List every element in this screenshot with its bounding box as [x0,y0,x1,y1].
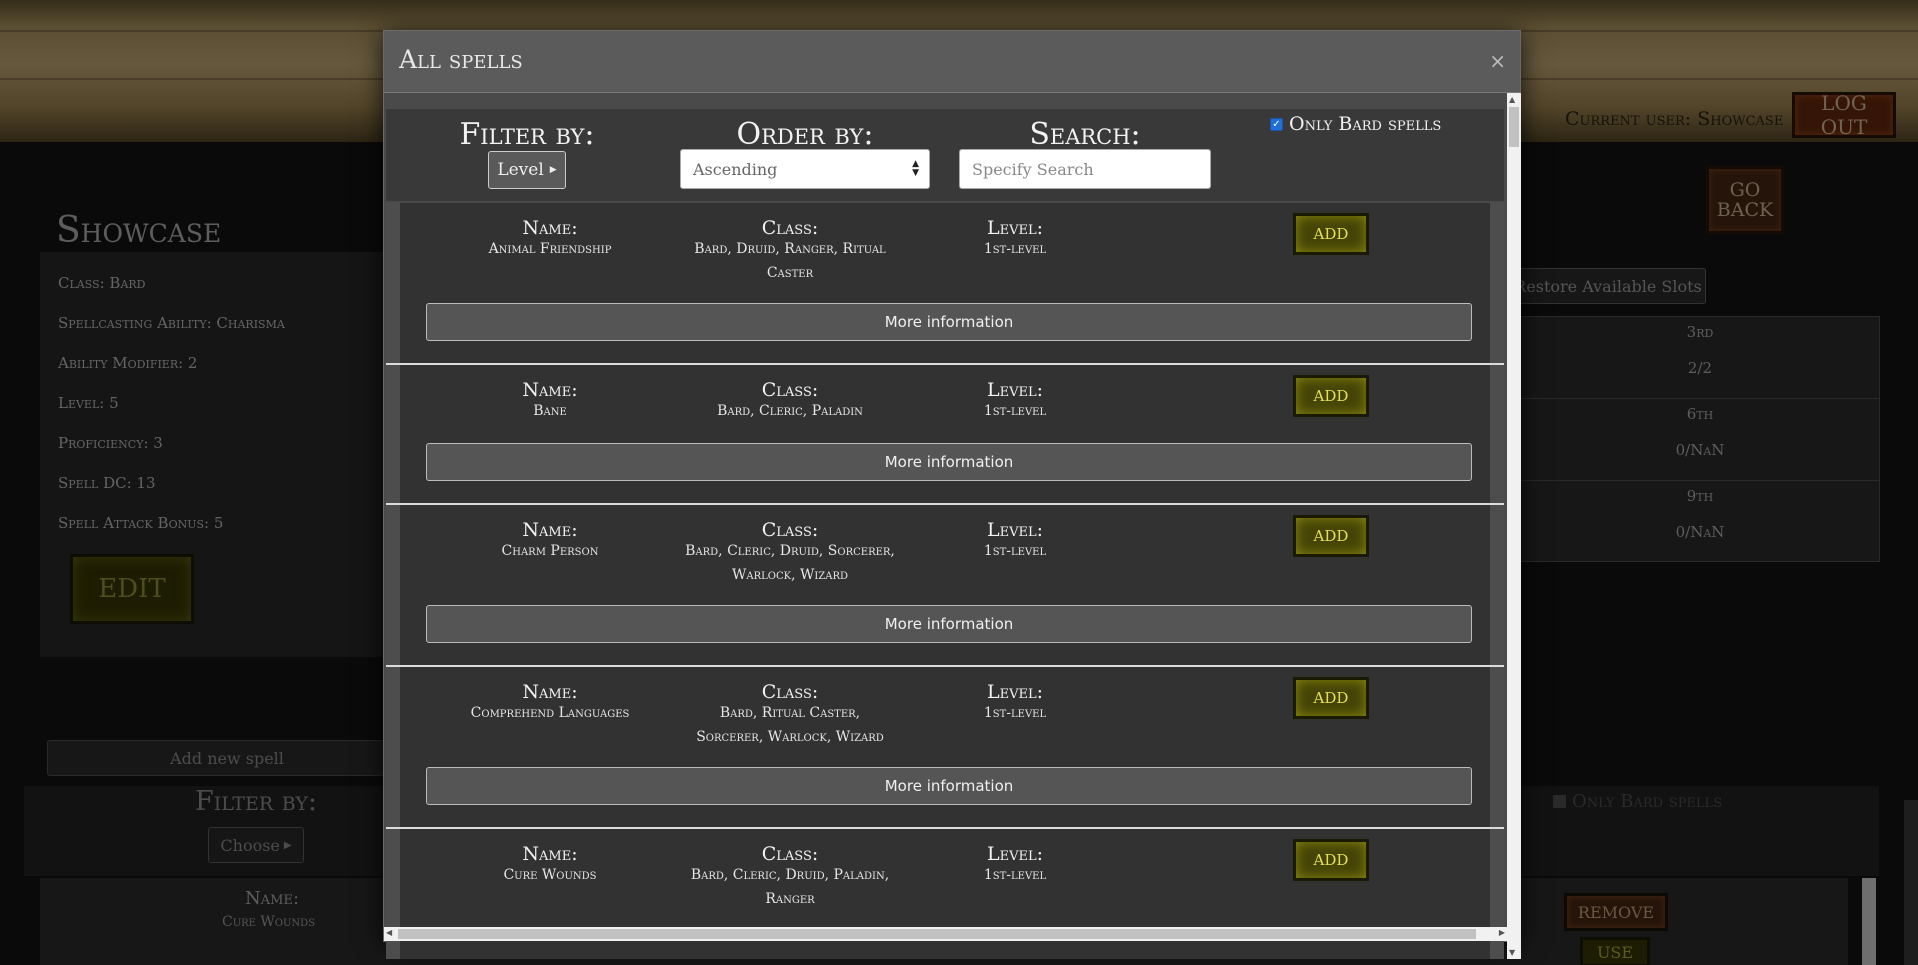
spell-level-label: Level: [986,519,1044,541]
close-icon[interactable]: × [1489,49,1506,73]
search-input[interactable]: Specify Search [959,149,1211,189]
spell-name: Animal Friendship [488,241,612,257]
search-label: Search: [1029,117,1141,152]
spell-level-label: Level: [986,217,1044,239]
caret-right-icon: ▶ [549,165,557,175]
spell-level: 1st-level [983,403,1047,419]
spell-level-label: Level: [986,843,1044,865]
order-by-select[interactable]: Ascending ▲ ▼ [680,149,930,189]
only-bard-spells-label: Only Bard spells [1289,113,1442,135]
filter-by-dropdown[interactable]: Level ▶ [488,151,566,189]
search-placeholder: Specify Search [972,159,1094,179]
more-information-button[interactable]: More information [426,303,1472,341]
spell-level: 1st-level [983,867,1047,883]
spell-name-label: Name: [522,843,578,865]
spell-card: Name: Comprehend Languages Class: Bard, … [386,667,1504,827]
order-by-label: Order by: [736,117,874,152]
spell-name: Charm Person [501,543,599,559]
spell-name: Comprehend Languages [470,705,630,721]
modal-header: All spells × [384,31,1520,93]
spell-name: Cure Wounds [503,867,597,883]
vertical-scroll-thumb[interactable] [1509,107,1519,147]
order-by-value: Ascending [693,159,778,179]
spell-name-label: Name: [522,379,578,401]
add-spell-button[interactable]: ADD [1293,677,1369,719]
spell-name-label: Name: [522,217,578,239]
spell-class-label: Class: [761,217,819,239]
spell-name-label: Name: [522,519,578,541]
spell-name-label: Name: [522,681,578,703]
more-information-button[interactable]: More information [426,767,1472,805]
modal-horizontal-scrollbar[interactable]: ◀ ▶ [384,927,1507,941]
spell-level: 1st-level [983,543,1047,559]
spell-class-label: Class: [761,843,819,865]
spell-class-label: Class: [761,379,819,401]
spell-classes: Bard, Druid, Ranger, Ritual Caster [694,241,886,281]
filter-by-value: Level [497,160,544,180]
only-bard-spells-toggle[interactable]: ✓ Only Bard spells [1270,113,1441,135]
spell-class-label: Class: [761,681,819,703]
spell-level-label: Level: [986,681,1044,703]
all-spells-modal: All spells × Filter by: Level ▶ Order by… [383,30,1521,959]
horizontal-scroll-thumb[interactable] [398,929,1476,939]
spell-card: Name: Charm Person Class: Bard, Cleric, … [386,505,1504,665]
spell-classes: Bard, Cleric, Paladin [717,403,863,419]
spell-card: Name: Bane Class: Bard, Cleric, Paladin … [386,365,1504,503]
select-arrows-icon: ▲ ▼ [912,159,919,178]
modal-title: All spells [399,45,523,74]
scroll-up-icon[interactable]: ▲ [1509,95,1515,104]
add-spell-button[interactable]: ADD [1293,375,1369,417]
add-spell-button[interactable]: ADD [1293,213,1369,255]
spell-classes: Bard, Ritual Caster, Sorcerer, Warlock, … [696,705,884,745]
spell-filter-bar: Filter by: Level ▶ Order by: Ascending ▲… [386,109,1504,201]
spell-class-label: Class: [761,519,819,541]
spell-card: Name: Animal Friendship Class: Bard, Dru… [386,203,1504,363]
checkbox-checked-icon[interactable]: ✓ [1270,117,1283,131]
add-spell-button[interactable]: ADD [1293,515,1369,557]
modal-body: Filter by: Level ▶ Order by: Ascending ▲… [384,93,1506,959]
scroll-down-icon[interactable]: ▼ [1509,948,1515,957]
spell-level: 1st-level [983,705,1047,721]
spell-name: Bane [533,403,567,419]
spell-level-label: Level: [986,379,1044,401]
spell-level: 1st-level [983,241,1047,257]
scroll-left-icon[interactable]: ◀ [386,928,392,937]
spell-classes: Bard, Cleric, Druid, Paladin, Ranger [690,867,890,907]
modal-vertical-scrollbar[interactable]: ▲ ▼ [1507,93,1521,959]
scroll-right-icon[interactable]: ▶ [1499,928,1505,937]
spell-classes: Bard, Cleric, Druid, Sorcerer, Warlock, … [685,543,895,583]
more-information-button[interactable]: More information [426,605,1472,643]
add-spell-button[interactable]: ADD [1293,839,1369,881]
more-information-button[interactable]: More information [426,443,1472,481]
filter-by-label: Filter by: [459,117,595,152]
